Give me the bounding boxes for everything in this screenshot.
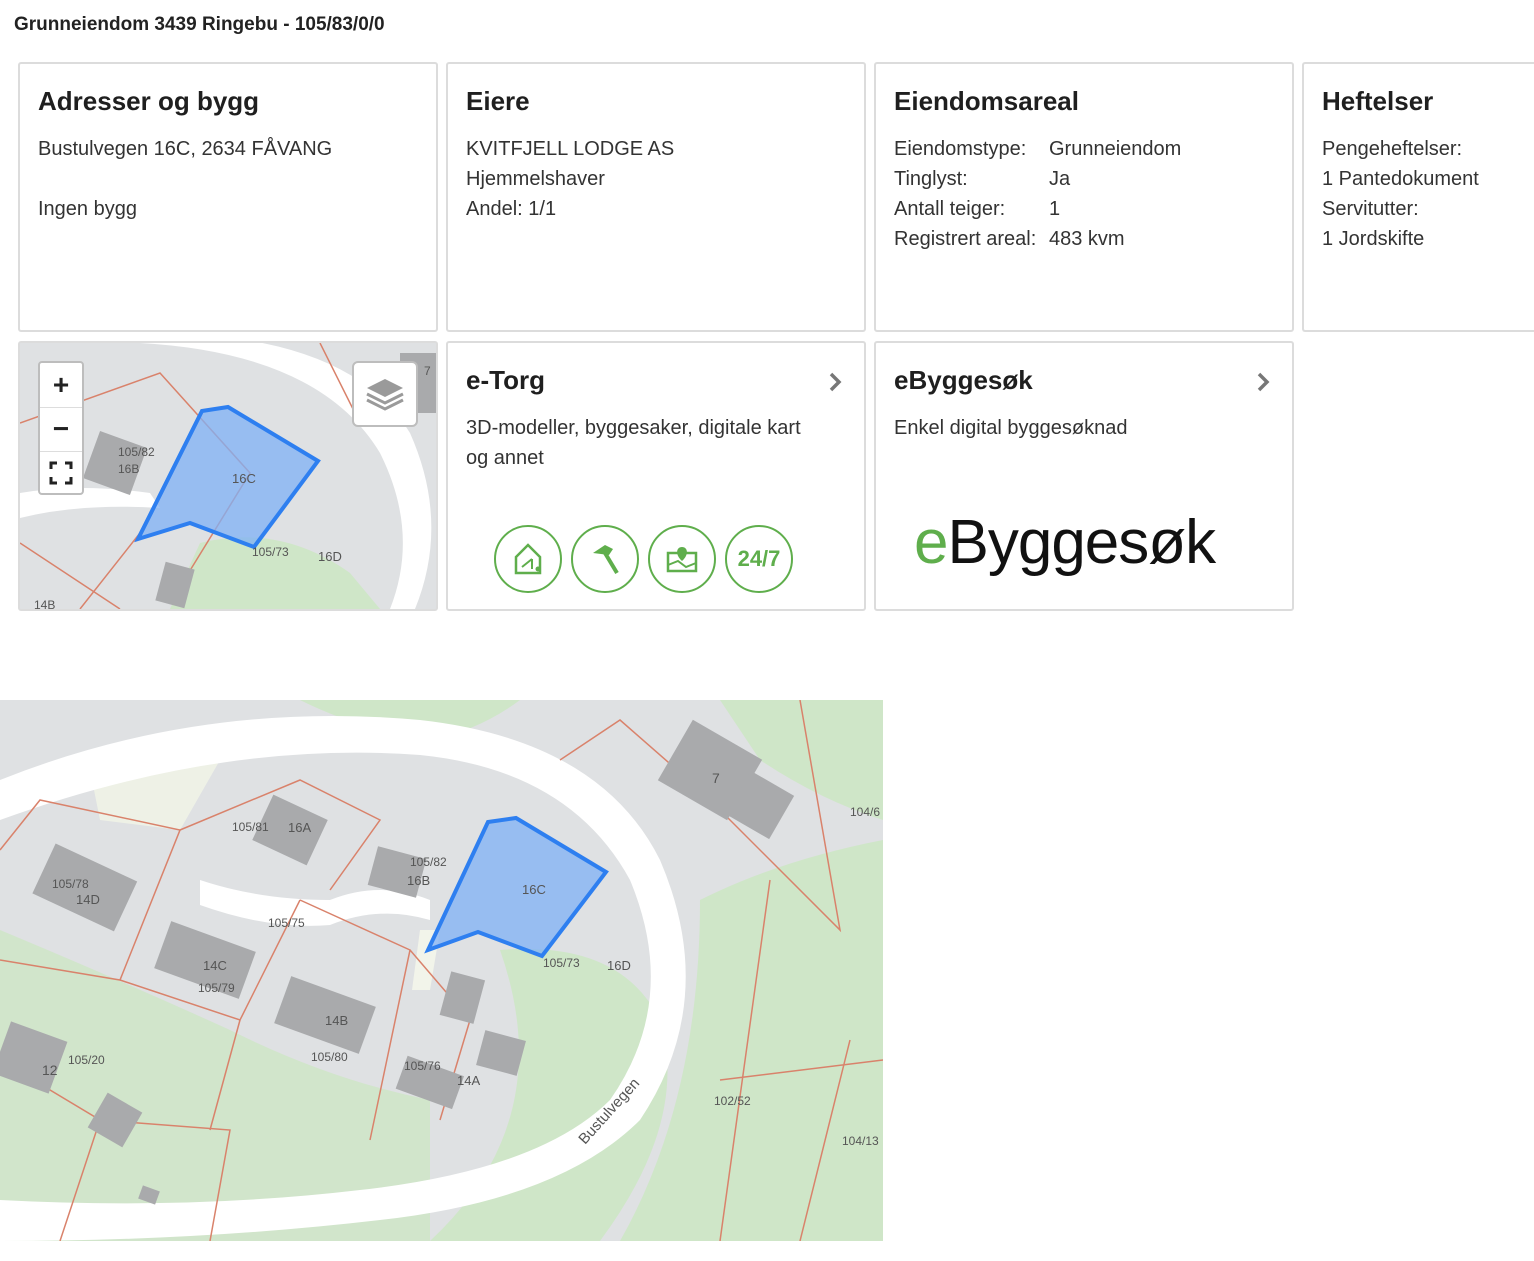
card-encumbrances: Heftelser Pengeheftelser: 1 Pantedokumen…: [1302, 62, 1534, 332]
logo-text: Byggesøk: [947, 508, 1216, 577]
card-title: Eiere: [466, 86, 530, 116]
encumbrance-line: 1 Jordskifte: [1322, 228, 1425, 250]
map-label: 14A: [457, 1073, 480, 1088]
map-label: 105/79: [198, 981, 235, 995]
map-zoom-controls: + −: [38, 361, 84, 495]
logo-letter: e: [914, 508, 948, 577]
etorg-description: 3D-modeller, byggesaker, digitale kart: [466, 417, 801, 439]
map-label: 105/82: [410, 855, 447, 869]
map-label: 14B: [34, 598, 55, 609]
clock-247-icon: 24/7: [725, 525, 793, 593]
map-label: 7: [712, 770, 720, 786]
card-title: Heftelser: [1322, 86, 1434, 116]
ebyggesok-description: Enkel digital byggesøknad: [894, 417, 1128, 439]
map-label: 105/73: [543, 956, 580, 970]
map-pin-icon: [648, 525, 716, 593]
map-label: 104/13: [842, 1134, 879, 1148]
large-map-canvas[interactable]: 105/81 16A 105/82 16B 105/78 14D 105/75 …: [0, 700, 883, 1241]
address-text: Bustulvegen 16C, 2634 FÅVANG: [38, 138, 333, 160]
area-key: Antall teiger:: [894, 198, 1006, 220]
map-label: 16A: [288, 820, 311, 835]
area-value: Ja: [1049, 168, 1071, 190]
owner-name: KVITFJELL LODGE AS: [466, 138, 675, 160]
map-label: 105/20: [68, 1053, 105, 1067]
map-label: 14C: [203, 958, 227, 973]
zoom-out-button[interactable]: −: [40, 407, 82, 451]
area-key: Eiendomstype:: [894, 138, 1027, 160]
large-map[interactable]: 105/81 16A 105/82 16B 105/78 14D 105/75 …: [0, 700, 883, 1241]
page-title: Grunneiendom 3439 Ringebu - 105/83/0/0: [14, 14, 385, 35]
encumbrance-line: Pengeheftelser:: [1322, 138, 1463, 160]
fullscreen-icon: [49, 461, 73, 485]
area-value: 483 kvm: [1049, 228, 1125, 250]
card-title: Adresser og bygg: [38, 86, 260, 116]
encumbrance-line: Servitutter:: [1322, 198, 1419, 220]
map-label: 16C: [522, 882, 546, 897]
hammer-icon: [571, 525, 639, 593]
area-key: Registrert areal:: [894, 228, 1037, 250]
encumbrance-line: 1 Pantedokument: [1322, 168, 1479, 190]
card-owners: Eiere KVITFJELL LODGE AS Hjemmelshaver A…: [446, 62, 866, 332]
map-label: 7: [424, 364, 431, 378]
map-label: 16B: [118, 462, 139, 476]
map-label: 105/76: [404, 1059, 441, 1073]
map-label: 105/81: [232, 820, 269, 834]
card-title: eByggesøk: [894, 365, 1033, 395]
chevron-right-icon[interactable]: [1252, 369, 1274, 395]
card-title: e-Torg: [466, 365, 545, 395]
layers-button[interactable]: [352, 361, 418, 427]
ebyggesok-logo: eByggesøk: [914, 507, 1216, 578]
map-label: 16C: [232, 471, 256, 486]
map-label: 105/75: [268, 916, 305, 930]
card-title: Eiendomsareal: [894, 86, 1079, 116]
map-label: 12: [42, 1062, 58, 1078]
area-value: Grunneiendom: [1049, 138, 1182, 160]
map-label: 16B: [407, 873, 430, 888]
mini-map[interactable]: 105/82 16B 16C 105/73 16D 7 14B + −: [18, 341, 438, 611]
card-area: Eiendomsareal Eiendomstype: Grunneiendom…: [874, 62, 1294, 332]
card-addresses: Adresser og bygg Bustulvegen 16C, 2634 F…: [18, 62, 438, 332]
map-label: 105/80: [311, 1050, 348, 1064]
chevron-right-icon[interactable]: [824, 369, 846, 395]
map-label: 102/52: [714, 1094, 751, 1108]
owner-share: Andel: 1/1: [466, 198, 557, 220]
map-label: 14D: [76, 892, 100, 907]
3d-house-icon: [494, 525, 562, 593]
zoom-in-button[interactable]: +: [40, 363, 82, 407]
map-label: 16D: [318, 549, 342, 564]
area-key: Tinglyst:: [894, 168, 968, 190]
owner-role: Hjemmelshaver: [466, 168, 605, 190]
buildings-text: Ingen bygg: [38, 198, 137, 220]
etorg-description: og annet: [466, 447, 544, 469]
card-ebyggesok[interactable]: eByggesøk Enkel digital byggesøknad eByg…: [874, 341, 1294, 611]
map-label: 16D: [607, 958, 631, 973]
map-label: 105/73: [252, 545, 289, 559]
map-label: 14B: [325, 1013, 348, 1028]
map-label: 105/82: [118, 445, 155, 459]
area-value: 1: [1049, 198, 1061, 220]
card-etorg[interactable]: e-Torg 3D-modeller, byggesaker, digitale…: [446, 341, 866, 611]
fullscreen-button[interactable]: [40, 451, 82, 495]
map-label: 104/6: [850, 805, 880, 819]
map-label: 105/78: [52, 877, 89, 891]
layers-icon: [366, 379, 404, 411]
